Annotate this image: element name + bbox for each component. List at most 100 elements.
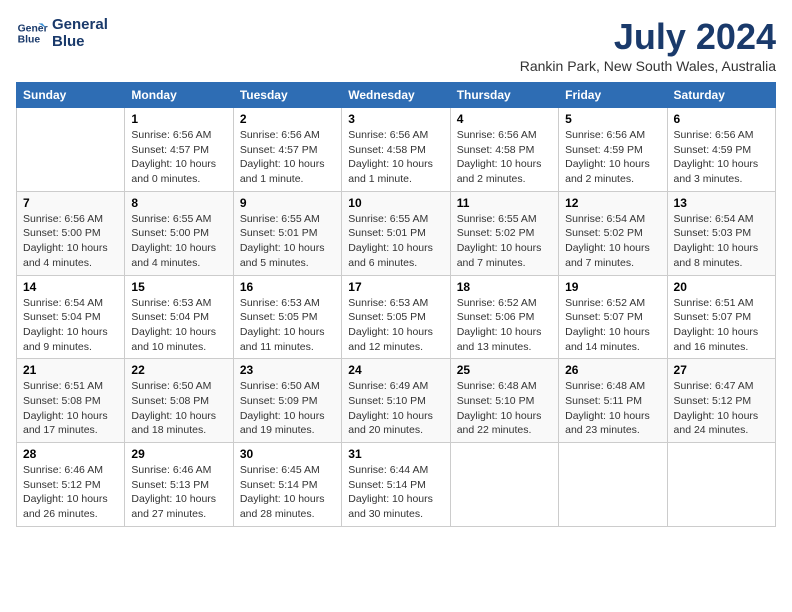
header-saturday: Saturday	[667, 83, 775, 108]
calendar-cell: 10Sunrise: 6:55 AMSunset: 5:01 PMDayligh…	[342, 191, 450, 275]
day-number: 30	[240, 447, 335, 461]
day-info: Sunrise: 6:56 AMSunset: 4:59 PMDaylight:…	[674, 128, 769, 187]
calendar-cell	[559, 443, 667, 527]
day-info: Sunrise: 6:50 AMSunset: 5:09 PMDaylight:…	[240, 379, 335, 438]
day-info: Sunrise: 6:44 AMSunset: 5:14 PMDaylight:…	[348, 463, 443, 522]
day-number: 19	[565, 280, 660, 294]
calendar-cell: 26 Sunrise: 6:48 AMSunset: 5:11 PMDayligh…	[559, 359, 667, 443]
day-number: 28	[23, 447, 118, 461]
calendar-cell: 23 Sunrise: 6:50 AMSunset: 5:09 PMDayligh…	[233, 359, 341, 443]
day-number: 31	[348, 447, 443, 461]
day-number: 2	[240, 112, 335, 126]
day-info: Sunrise: 6:48 AMSunset: 5:11 PMDaylight:…	[565, 379, 660, 438]
month-year-title: July 2024	[520, 16, 776, 58]
calendar-week-0: 1 Sunrise: 6:56 AMSunset: 4:57 PMDaylight…	[17, 108, 776, 192]
calendar-cell: 22 Sunrise: 6:50 AMSunset: 5:08 PMDayligh…	[125, 359, 233, 443]
day-number: 25	[457, 363, 552, 377]
header-thursday: Thursday	[450, 83, 558, 108]
header-friday: Friday	[559, 83, 667, 108]
day-number: 18	[457, 280, 552, 294]
calendar-cell: 27 Sunrise: 6:47 AMSunset: 5:12 PMDayligh…	[667, 359, 775, 443]
calendar-cell: 28Sunrise: 6:46 AMSunset: 5:12 PMDayligh…	[17, 443, 125, 527]
day-number: 1	[131, 112, 226, 126]
calendar-cell	[450, 443, 558, 527]
day-number: 15	[131, 280, 226, 294]
calendar-week-3: 21 Sunrise: 6:51 AMSunset: 5:08 PMDayligh…	[17, 359, 776, 443]
day-number: 5	[565, 112, 660, 126]
day-info: Sunrise: 6:50 AMSunset: 5:08 PMDaylight:…	[131, 379, 226, 438]
calendar-cell: 1 Sunrise: 6:56 AMSunset: 4:57 PMDaylight…	[125, 108, 233, 192]
day-number: 9	[240, 196, 335, 210]
calendar-cell: 9 Sunrise: 6:55 AMSunset: 5:01 PMDaylight…	[233, 191, 341, 275]
day-info: Sunrise: 6:49 AMSunset: 5:10 PMDaylight:…	[348, 379, 443, 438]
day-info: Sunrise: 6:54 AMSunset: 5:02 PMDaylight:…	[565, 212, 660, 271]
logo-line1: General	[52, 16, 108, 33]
day-info: Sunrise: 6:55 AMSunset: 5:01 PMDaylight:…	[240, 212, 335, 271]
day-info: Sunrise: 6:55 AMSunset: 5:02 PMDaylight:…	[457, 212, 552, 271]
day-number: 4	[457, 112, 552, 126]
day-info: Sunrise: 6:54 AMSunset: 5:03 PMDaylight:…	[674, 212, 769, 271]
day-number: 20	[674, 280, 769, 294]
calendar-cell: 19 Sunrise: 6:52 AMSunset: 5:07 PMDayligh…	[559, 275, 667, 359]
page-header: General Blue General Blue July 2024 Rank…	[16, 16, 776, 74]
day-info: Sunrise: 6:54 AMSunset: 5:04 PMDaylight:…	[23, 296, 118, 355]
logo: General Blue General Blue	[16, 16, 108, 50]
calendar-cell: 21 Sunrise: 6:51 AMSunset: 5:08 PMDayligh…	[17, 359, 125, 443]
day-info: Sunrise: 6:51 AMSunset: 5:07 PMDaylight:…	[674, 296, 769, 355]
calendar-cell: 29 Sunrise: 6:46 AMSunset: 5:13 PMDayligh…	[125, 443, 233, 527]
header-monday: Monday	[125, 83, 233, 108]
calendar-cell: 15Sunrise: 6:53 AMSunset: 5:04 PMDayligh…	[125, 275, 233, 359]
day-info: Sunrise: 6:56 AMSunset: 4:57 PMDaylight:…	[131, 128, 226, 187]
day-number: 7	[23, 196, 118, 210]
logo-icon: General Blue	[16, 17, 48, 49]
day-number: 23	[240, 363, 335, 377]
calendar-cell: 14Sunrise: 6:54 AMSunset: 5:04 PMDayligh…	[17, 275, 125, 359]
calendar-cell: 4 Sunrise: 6:56 AMSunset: 4:58 PMDaylight…	[450, 108, 558, 192]
calendar-cell: 25 Sunrise: 6:48 AMSunset: 5:10 PMDayligh…	[450, 359, 558, 443]
header-row: Sunday Monday Tuesday Wednesday Thursday…	[17, 83, 776, 108]
day-info: Sunrise: 6:56 AMSunset: 4:57 PMDaylight:…	[240, 128, 335, 187]
day-info: Sunrise: 6:51 AMSunset: 5:08 PMDaylight:…	[23, 379, 118, 438]
calendar-cell	[17, 108, 125, 192]
calendar-cell: 20 Sunrise: 6:51 AMSunset: 5:07 PMDayligh…	[667, 275, 775, 359]
day-number: 27	[674, 363, 769, 377]
day-info: Sunrise: 6:56 AMSunset: 4:59 PMDaylight:…	[565, 128, 660, 187]
day-number: 22	[131, 363, 226, 377]
calendar-cell: 13 Sunrise: 6:54 AMSunset: 5:03 PMDayligh…	[667, 191, 775, 275]
calendar-cell: 3 Sunrise: 6:56 AMSunset: 4:58 PMDaylight…	[342, 108, 450, 192]
day-info: Sunrise: 6:46 AMSunset: 5:13 PMDaylight:…	[131, 463, 226, 522]
calendar-cell: 2 Sunrise: 6:56 AMSunset: 4:57 PMDaylight…	[233, 108, 341, 192]
day-info: Sunrise: 6:52 AMSunset: 5:07 PMDaylight:…	[565, 296, 660, 355]
day-number: 29	[131, 447, 226, 461]
calendar-cell: 8Sunrise: 6:55 AMSunset: 5:00 PMDaylight…	[125, 191, 233, 275]
day-number: 24	[348, 363, 443, 377]
calendar-week-2: 14Sunrise: 6:54 AMSunset: 5:04 PMDayligh…	[17, 275, 776, 359]
svg-text:Blue: Blue	[18, 35, 41, 46]
day-info: Sunrise: 6:47 AMSunset: 5:12 PMDaylight:…	[674, 379, 769, 438]
day-number: 3	[348, 112, 443, 126]
day-number: 6	[674, 112, 769, 126]
day-number: 11	[457, 196, 552, 210]
day-info: Sunrise: 6:56 AMSunset: 4:58 PMDaylight:…	[457, 128, 552, 187]
calendar-cell: 12 Sunrise: 6:54 AMSunset: 5:02 PMDayligh…	[559, 191, 667, 275]
calendar-cell: 30Sunrise: 6:45 AMSunset: 5:14 PMDayligh…	[233, 443, 341, 527]
day-number: 21	[23, 363, 118, 377]
header-tuesday: Tuesday	[233, 83, 341, 108]
title-area: July 2024 Rankin Park, New South Wales, …	[520, 16, 776, 74]
location-text: Rankin Park, New South Wales, Australia	[520, 58, 776, 74]
day-info: Sunrise: 6:56 AMSunset: 4:58 PMDaylight:…	[348, 128, 443, 187]
day-info: Sunrise: 6:53 AMSunset: 5:05 PMDaylight:…	[348, 296, 443, 355]
calendar-cell	[667, 443, 775, 527]
day-number: 26	[565, 363, 660, 377]
day-info: Sunrise: 6:55 AMSunset: 5:01 PMDaylight:…	[348, 212, 443, 271]
calendar-body: 1 Sunrise: 6:56 AMSunset: 4:57 PMDaylight…	[17, 108, 776, 527]
day-info: Sunrise: 6:55 AMSunset: 5:00 PMDaylight:…	[131, 212, 226, 271]
day-number: 16	[240, 280, 335, 294]
day-number: 12	[565, 196, 660, 210]
day-info: Sunrise: 6:48 AMSunset: 5:10 PMDaylight:…	[457, 379, 552, 438]
calendar-cell: 17Sunrise: 6:53 AMSunset: 5:05 PMDayligh…	[342, 275, 450, 359]
day-info: Sunrise: 6:52 AMSunset: 5:06 PMDaylight:…	[457, 296, 552, 355]
calendar-cell: 5 Sunrise: 6:56 AMSunset: 4:59 PMDaylight…	[559, 108, 667, 192]
header-sunday: Sunday	[17, 83, 125, 108]
day-number: 13	[674, 196, 769, 210]
